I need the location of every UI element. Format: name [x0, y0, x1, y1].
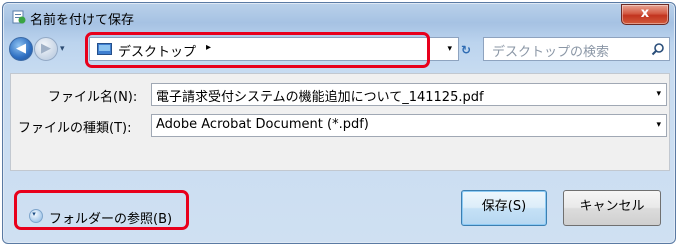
save-as-dialog: 名前を付けて保存 x ◀ ▶ ▾ デスクトップ ▸ ▾ ↻ デスクトップの検索 … [2, 2, 676, 244]
browse-chevron: ▾ [32, 210, 36, 218]
search-input[interactable]: デスクトップの検索 [483, 37, 670, 61]
filetype-select[interactable]: Adobe Acrobat Document (*.pdf) ▾ [151, 114, 667, 137]
filetype-value[interactable]: Adobe Acrobat Document (*.pdf) [156, 117, 369, 132]
desktop-folder-icon [97, 43, 112, 55]
filename-label: ファイル名(N): [48, 90, 138, 105]
title-bar: 名前を付けて保存 x [3, 3, 675, 31]
refresh-icon[interactable]: ↻ [461, 43, 471, 57]
recent-locations-dropdown[interactable]: ▾ [60, 44, 65, 54]
filename-value[interactable]: 電子請求受付システムの機能追加について_141125.pdf [156, 86, 484, 105]
browse-folders-label[interactable]: フォルダーの参照(B) [49, 208, 172, 227]
save-document-icon [12, 10, 26, 24]
search-placeholder: デスクトップの検索 [492, 45, 610, 60]
navigation-bar: ◀ ▶ ▾ デスクトップ ▸ ▾ ↻ デスクトップの検索 [3, 33, 675, 65]
filename-field[interactable]: 電子請求受付システムの機能追加について_141125.pdf ▾ [151, 83, 667, 106]
address-bar[interactable]: デスクトップ ▸ ▾ [89, 37, 459, 61]
search-icon[interactable] [651, 42, 665, 56]
dialog-title: 名前を付けて保存 [30, 13, 135, 28]
file-options-panel: ファイル名(N): 電子請求受付システムの機能追加について_141125.pdf… [10, 73, 670, 171]
filename-dropdown-icon[interactable]: ▾ [656, 89, 661, 99]
cancel-button[interactable]: キャンセル [563, 190, 661, 226]
filetype-dropdown-icon[interactable]: ▾ [656, 120, 661, 130]
filetype-label: ファイルの種類(T): [18, 121, 132, 136]
address-dropdown-icon[interactable]: ▾ [447, 44, 452, 54]
address-location[interactable]: デスクトップ [118, 41, 196, 60]
close-button[interactable]: x [621, 4, 669, 25]
back-button[interactable]: ◀ [9, 37, 33, 61]
save-button[interactable]: 保存(S) [461, 190, 547, 226]
breadcrumb-arrow[interactable]: ▸ [206, 42, 211, 53]
forward-button[interactable]: ▶ [34, 37, 58, 61]
browse-folders-toggle[interactable]: ▾ フォルダーの参照(B) [25, 203, 187, 229]
